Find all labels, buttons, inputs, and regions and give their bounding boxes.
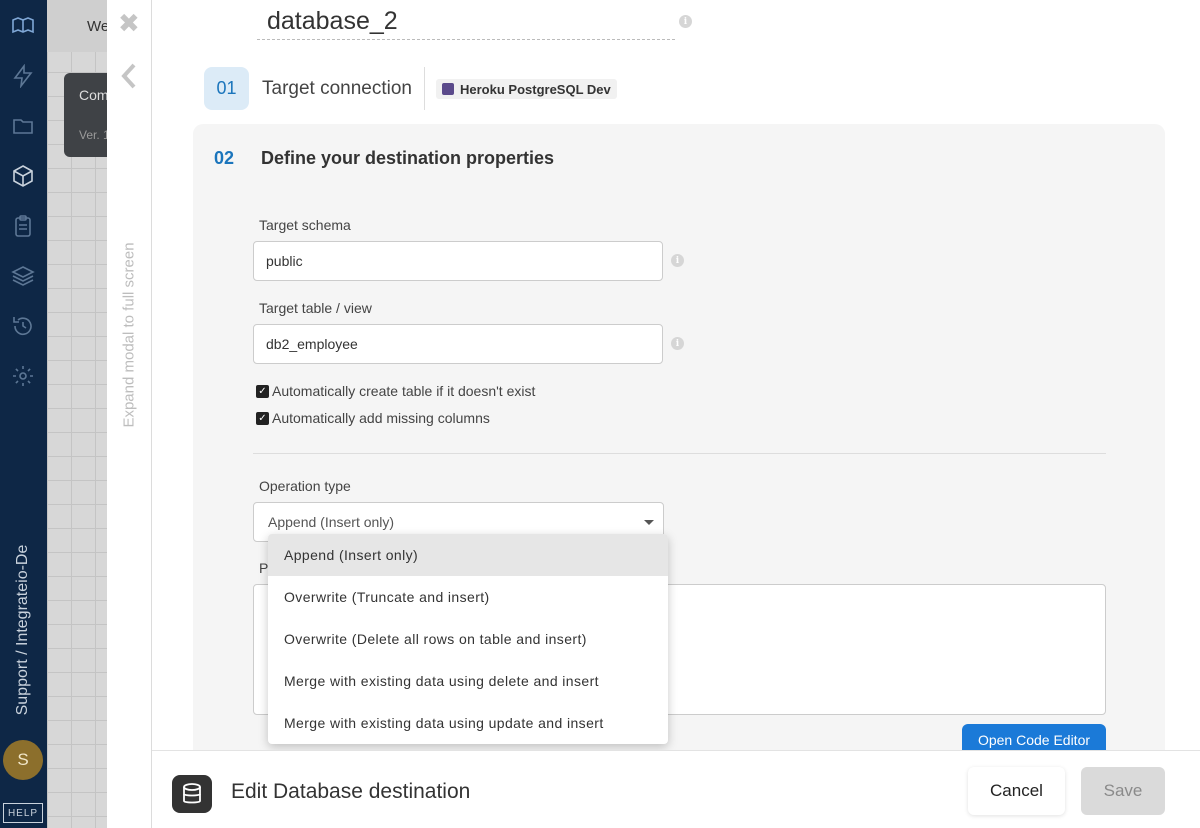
checkbox-checked-icon[interactable]: ✓ bbox=[256, 411, 269, 425]
divider bbox=[253, 453, 1106, 454]
checkbox-checked-icon[interactable]: ✓ bbox=[256, 384, 269, 398]
operation-type-dropdown: Append (Insert only) Overwrite (Truncate… bbox=[268, 534, 668, 744]
help-button[interactable]: HELP bbox=[3, 803, 43, 823]
connection-name: Heroku PostgreSQL Dev bbox=[460, 81, 611, 97]
modal-side-strip: ✖ Expand modal to full screen bbox=[107, 0, 152, 828]
auto-add-columns-checkbox[interactable]: ✓ Automatically add missing columns bbox=[256, 410, 490, 426]
modal-footer: Edit Database destination Cancel Save bbox=[152, 750, 1200, 828]
connection-badge[interactable]: Heroku PostgreSQL Dev bbox=[436, 79, 617, 99]
selected-value: Append (Insert only) bbox=[268, 514, 395, 530]
edit-destination-modal: database_2 i 01 Target connection Heroku… bbox=[152, 0, 1200, 828]
layers-icon[interactable] bbox=[9, 262, 37, 290]
app-sidebar: Support / Integrateio-De S HELP bbox=[0, 0, 47, 828]
checkbox-label: Automatically create table if it doesn't… bbox=[272, 383, 536, 399]
divider bbox=[424, 67, 425, 110]
database-icon bbox=[172, 775, 212, 813]
target-table-label: Target table / view bbox=[259, 300, 372, 316]
field-label: P bbox=[259, 560, 269, 576]
card-title: Com bbox=[79, 87, 107, 103]
target-table-input[interactable]: db2_employee bbox=[253, 324, 663, 364]
close-icon[interactable]: ✖ bbox=[118, 8, 140, 39]
dropdown-option[interactable]: Overwrite (Delete all rows on table and … bbox=[268, 618, 668, 660]
card-version: Ver. 1 bbox=[79, 128, 107, 142]
folder-icon[interactable] bbox=[9, 112, 37, 140]
clipboard-icon[interactable] bbox=[9, 212, 37, 240]
background-topbar: We bbox=[47, 0, 107, 52]
caret-down-icon bbox=[644, 520, 654, 525]
info-icon[interactable]: i bbox=[671, 254, 684, 267]
auto-create-table-checkbox[interactable]: ✓ Automatically create table if it doesn… bbox=[256, 383, 535, 399]
dropdown-option[interactable]: Merge with existing data using delete an… bbox=[268, 660, 668, 702]
account-breadcrumb[interactable]: Support / Integrateio-De bbox=[14, 545, 32, 716]
component-name-field[interactable]: database_2 bbox=[257, 4, 675, 40]
step-label: Target connection bbox=[262, 78, 412, 99]
background-canvas: We Com Ver. 1 bbox=[47, 0, 107, 828]
step-number: 01 bbox=[204, 67, 249, 110]
lightning-icon[interactable] bbox=[9, 62, 37, 90]
save-button[interactable]: Save bbox=[1081, 767, 1165, 815]
target-schema-input[interactable]: public bbox=[253, 241, 663, 281]
logo-icon[interactable] bbox=[9, 11, 37, 39]
operation-type-label: Operation type bbox=[259, 478, 351, 494]
expand-modal-link[interactable]: Expand modal to full screen bbox=[121, 242, 138, 427]
dropdown-option[interactable]: Append (Insert only) bbox=[268, 534, 668, 576]
target-schema-label: Target schema bbox=[259, 217, 351, 233]
package-icon[interactable] bbox=[9, 162, 37, 190]
info-icon[interactable]: i bbox=[679, 15, 692, 28]
component-name: database_2 bbox=[267, 7, 398, 35]
dropdown-option[interactable]: Overwrite (Truncate and insert) bbox=[268, 576, 668, 618]
avatar[interactable]: S bbox=[3, 740, 43, 780]
background-tab-label: We bbox=[87, 18, 107, 35]
modal-title: Edit Database destination bbox=[231, 780, 471, 803]
checkbox-label: Automatically add missing columns bbox=[272, 410, 490, 426]
section-title: Define your destination properties bbox=[261, 148, 555, 168]
cancel-button[interactable]: Cancel bbox=[968, 767, 1065, 815]
history-icon[interactable] bbox=[9, 312, 37, 340]
settings-icon[interactable] bbox=[9, 362, 37, 390]
step-number: 02 bbox=[214, 148, 235, 168]
dropdown-option[interactable]: Merge with existing data using update an… bbox=[268, 702, 668, 744]
chevron-left-icon[interactable] bbox=[119, 62, 139, 95]
postgres-icon bbox=[442, 83, 454, 95]
background-component-card: Com Ver. 1 bbox=[64, 73, 107, 157]
info-icon[interactable]: i bbox=[671, 337, 684, 350]
